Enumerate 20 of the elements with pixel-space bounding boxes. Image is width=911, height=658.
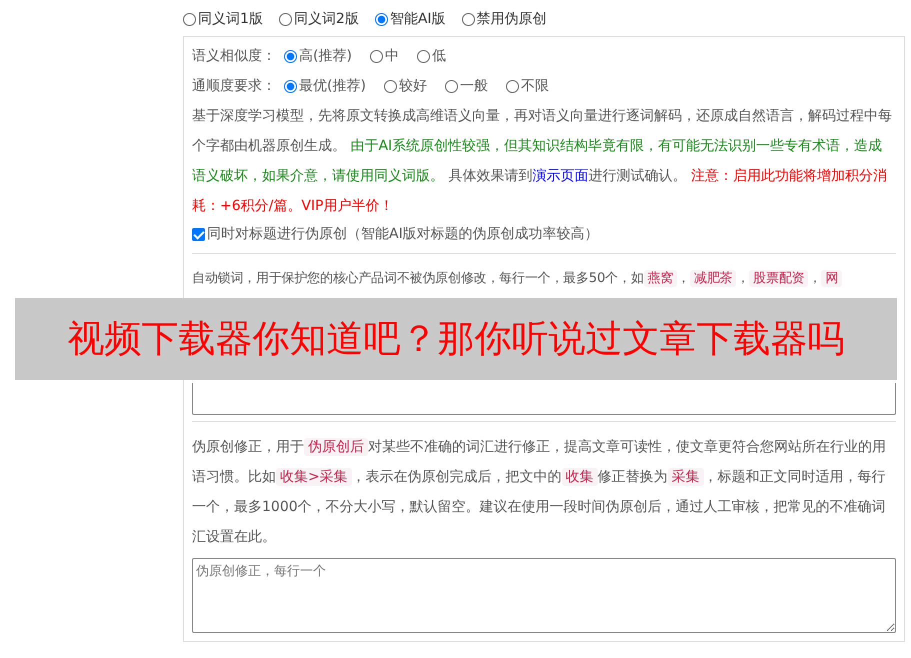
title-checkbox[interactable]: 同时对标题进行伪原创（智能AI版对标题的伪原创成功率较高）: [192, 221, 896, 247]
radio-option[interactable]: 不限: [506, 77, 549, 95]
corrections-field[interactable]: 伪原创修正，每行一个: [192, 558, 896, 633]
overlay-banner: 视频下载器你知道吧？那你听说过文章下载器吗: [15, 298, 897, 380]
radio-option[interactable]: 同义词2版: [278, 10, 359, 28]
radio-option[interactable]: 智能AI版: [374, 10, 446, 28]
description-text: 基于深度学习模型，先将原文转换成高维语义向量，再对语义向量进行逐词解码，还原成自然语言，解码过程中每个字都由机器原创生成。 由于AI系统原创性较强，但其知识结构毕竟有限，有可能无法识别一些专有术语，造成语义破坏，如果介意，请使用同义词版。 具体效果请到演示页面进行测试确认。 注意：启用此功能将增加积分消耗：+6积分/篇。VIP用户半价！: [192, 107, 893, 216]
radio-option[interactable]: 较好: [384, 77, 427, 95]
radio-option[interactable]: 高(推荐): [284, 47, 352, 65]
lock-words-description: 自动锁词，用于保护您的核心产品词不被伪原创修改，每行一个，最多50个，如 燕窝 ， 减肥茶 ， 股票配资 ， 网: [192, 264, 896, 294]
radio-option[interactable]: 最优(推荐): [284, 77, 366, 95]
option-label: 通顺度要求：: [192, 77, 276, 95]
lock-words-field[interactable]: [192, 383, 896, 415]
corrections-description: 伪原创修正，用于 伪原创后 对某些不准确的词汇进行修正，提高文章可读性，使文章更符合您网站所在行业的用语习惯。比如 收集>采集 ，表示在伪原创完成后，把文中的 收集 修正替换为 采集 ，标题和正文同时适用，每行一个，最多1000个，不分大小写，默认留空。建议在使用一段时间伪原创后，通过人工审核，把常见的不准确词汇设置在此。: [192, 437, 887, 547]
option-label: 语义相似度：: [192, 47, 276, 65]
radio-option[interactable]: 一般: [444, 77, 488, 95]
radio-option[interactable]: 同义词1版: [183, 10, 263, 28]
radio-option[interactable]: 中: [370, 47, 399, 65]
radio-option[interactable]: 低: [416, 47, 446, 65]
radio-option[interactable]: 禁用伪原创: [462, 10, 547, 28]
